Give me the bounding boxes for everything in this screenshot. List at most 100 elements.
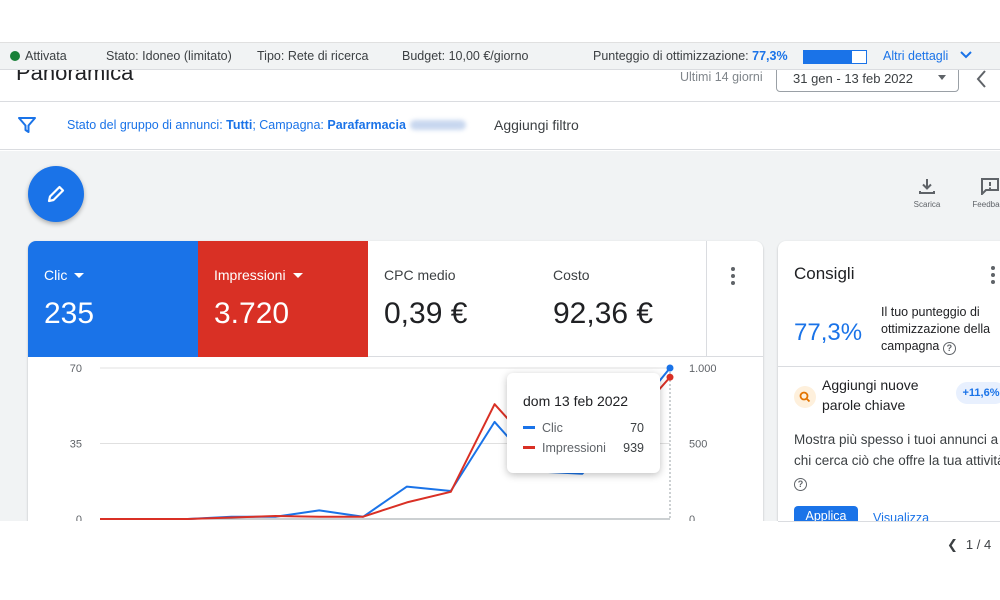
performance-chart-card: Clic 235 Impressioni 3.720 CPC medio 0,3… — [28, 241, 763, 556]
score-desc-text: Il tuo punteggio di ottimizzazione della… — [881, 305, 991, 353]
recommendations-pager: ❮1 / 4❯ — [943, 537, 1000, 553]
download-label: Scarica — [913, 200, 941, 209]
type-label: Tipo: — [257, 49, 285, 63]
feedback-button[interactable]: Feedback — [970, 177, 1000, 209]
dropdown-caret-icon — [938, 75, 946, 80]
campaign-budget: Budget: 10,00 €/giorno — [402, 49, 529, 63]
date-range-picker[interactable]: 31 gen - 13 feb 2022 — [776, 70, 959, 92]
filter-label-group-status: Stato del gruppo di annunci: — [67, 118, 223, 132]
metric-tile-cost[interactable]: Costo 92,36 € — [537, 241, 707, 357]
dropdown-triangle-icon — [74, 273, 85, 278]
active-filter-chip[interactable]: Stato del gruppo di annunci: Tutti; Camp… — [67, 118, 466, 132]
optimization-value: 77,3% — [752, 49, 788, 63]
optimization-score: Punteggio di ottimizzazione: 77,3% — [593, 49, 788, 63]
page-title: Panoramica — [16, 70, 134, 85]
recommendation-uplift-badge: +11,6% — [956, 382, 1000, 404]
y-left-tick-label: 70 — [70, 363, 82, 375]
tooltip-series-value: 939 — [623, 441, 644, 455]
legend-swatch-clicks — [523, 426, 535, 429]
budget-value: 10,00 €/giorno — [448, 49, 529, 63]
campaign-active-status: Attivata — [10, 49, 67, 63]
tooltip-series-value: 70 — [630, 421, 644, 435]
tooltip-date: dom 13 feb 2022 — [523, 393, 629, 409]
metric-tile-avg-cpc[interactable]: CPC medio 0,39 € — [368, 241, 538, 357]
budget-label: Budget: — [402, 49, 446, 63]
metric-value-clicks: 235 — [44, 297, 95, 330]
metric-value-impressions: 3.720 — [214, 297, 290, 330]
campaign-status-bar: Attivata Stato: Idoneo (limitato) Tipo: … — [0, 42, 1000, 70]
optimization-label: Punteggio di ottimizzazione: — [593, 49, 749, 63]
metric-label-impressions: Impressioni — [214, 267, 303, 283]
help-icon[interactable]: ? — [942, 342, 956, 355]
more-vert-icon[interactable] — [727, 267, 739, 287]
series-point-clic — [666, 364, 674, 372]
download-button[interactable]: Scarica — [907, 177, 947, 209]
metric-name: Impressioni — [214, 267, 286, 283]
optimization-score-description: Il tuo punteggio di ottimizzazione della… — [881, 304, 1000, 355]
state-value: Idoneo (limitato) — [142, 49, 232, 63]
metric-label-avg-cpc: CPC medio — [384, 267, 456, 283]
download-icon — [919, 179, 935, 194]
feedback-icon — [981, 178, 999, 195]
pager-value: 1 / 4 — [965, 537, 992, 552]
metric-value-avg-cpc: 0,39 € — [384, 297, 468, 330]
metric-tile-clicks[interactable]: Clic 235 — [28, 241, 198, 357]
metric-tile-impressions[interactable]: Impressioni 3.720 — [198, 241, 368, 357]
more-details-link[interactable]: Altri dettagli — [883, 49, 972, 63]
overview-header: Panoramica Ultimi 14 giorni 31 gen - 13 … — [0, 70, 1000, 102]
divider — [778, 366, 1000, 367]
optimization-score-value: 77,3% — [794, 319, 863, 346]
tooltip-series-name: Clic — [542, 421, 563, 435]
campaign-type: Tipo: Rete di ricerca — [257, 49, 368, 63]
series-point-impressioni — [666, 373, 674, 381]
more-details-label: Altri dettagli — [883, 49, 949, 63]
dropdown-triangle-icon — [292, 273, 303, 278]
date-range-value: 31 gen - 13 feb 2022 — [793, 71, 913, 86]
date-range-label: Ultimi 14 giorni — [680, 70, 763, 84]
add-filter-button[interactable]: Aggiungi filtro — [494, 117, 579, 133]
chevron-left-icon[interactable]: ❮ — [947, 537, 958, 552]
redacted-text — [409, 120, 466, 130]
metric-label-clicks: Clic — [44, 267, 85, 283]
filter-value-campaign: Parafarmacia — [327, 118, 406, 132]
recommendation-desc-text: Mostra più spesso i tuoi annunci a chi c… — [794, 432, 1000, 468]
pencil-icon — [47, 185, 65, 203]
optimization-progress-bar — [803, 50, 867, 64]
eligibility-status: Stato: Idoneo (limitato) — [106, 49, 232, 63]
tooltip-row-clicks: Clic 70 — [523, 421, 644, 435]
y-right-tick-label: 1.000 — [689, 363, 717, 375]
y-right-tick-label: 500 — [689, 439, 707, 451]
recommendation-description: Mostra più spesso i tuoi annunci a chi c… — [794, 429, 1000, 492]
filter-icon[interactable] — [18, 116, 36, 134]
recommendation-title: Aggiungi nuove parole chiave — [822, 377, 919, 413]
chevron-left-icon[interactable] — [972, 70, 992, 90]
search-icon — [794, 386, 816, 408]
y-left-tick-label: 35 — [70, 439, 82, 451]
active-dot-icon — [10, 51, 20, 61]
recommendations-card: Consigli 77,3% Il tuo punteggio di ottim… — [778, 241, 1000, 556]
google-ads-overview: Attivata Stato: Idoneo (limitato) Tipo: … — [0, 0, 1000, 600]
type-value: Rete di ricerca — [287, 49, 369, 63]
filter-label-campaign: Campagna: — [259, 118, 324, 132]
feedback-label: Feedback — [972, 200, 1000, 209]
active-label: Attivata — [25, 49, 67, 63]
metric-value-cost: 92,36 € — [553, 297, 654, 330]
footer-area: ❮1 / 4❯ — [0, 521, 1000, 600]
edit-fab-button[interactable] — [28, 166, 84, 222]
metric-name: Clic — [44, 267, 68, 283]
recommendations-title: Consigli — [794, 264, 855, 283]
chevron-down-icon — [960, 51, 972, 59]
optimization-progress-fill — [804, 51, 852, 63]
filter-bar: Stato del gruppo di annunci: Tutti; Camp… — [0, 102, 1000, 150]
metric-overflow-area — [707, 241, 763, 357]
metric-label-cost: Costo — [553, 267, 590, 283]
state-label: Stato: — [106, 49, 139, 63]
tooltip-row-impressions: Impressioni 939 — [523, 441, 644, 455]
legend-swatch-impressions — [523, 446, 535, 449]
main-content: Scarica Feedback Clic 235 Impressioni 3.… — [0, 151, 1000, 556]
tooltip-series-name: Impressioni — [542, 441, 606, 455]
more-vert-icon[interactable] — [988, 266, 998, 286]
filter-value-group-status: Tutti — [226, 118, 253, 132]
help-icon[interactable]: ? — [794, 478, 807, 491]
chart-tooltip: dom 13 feb 2022 Clic 70 Impressioni 939 — [507, 373, 660, 473]
